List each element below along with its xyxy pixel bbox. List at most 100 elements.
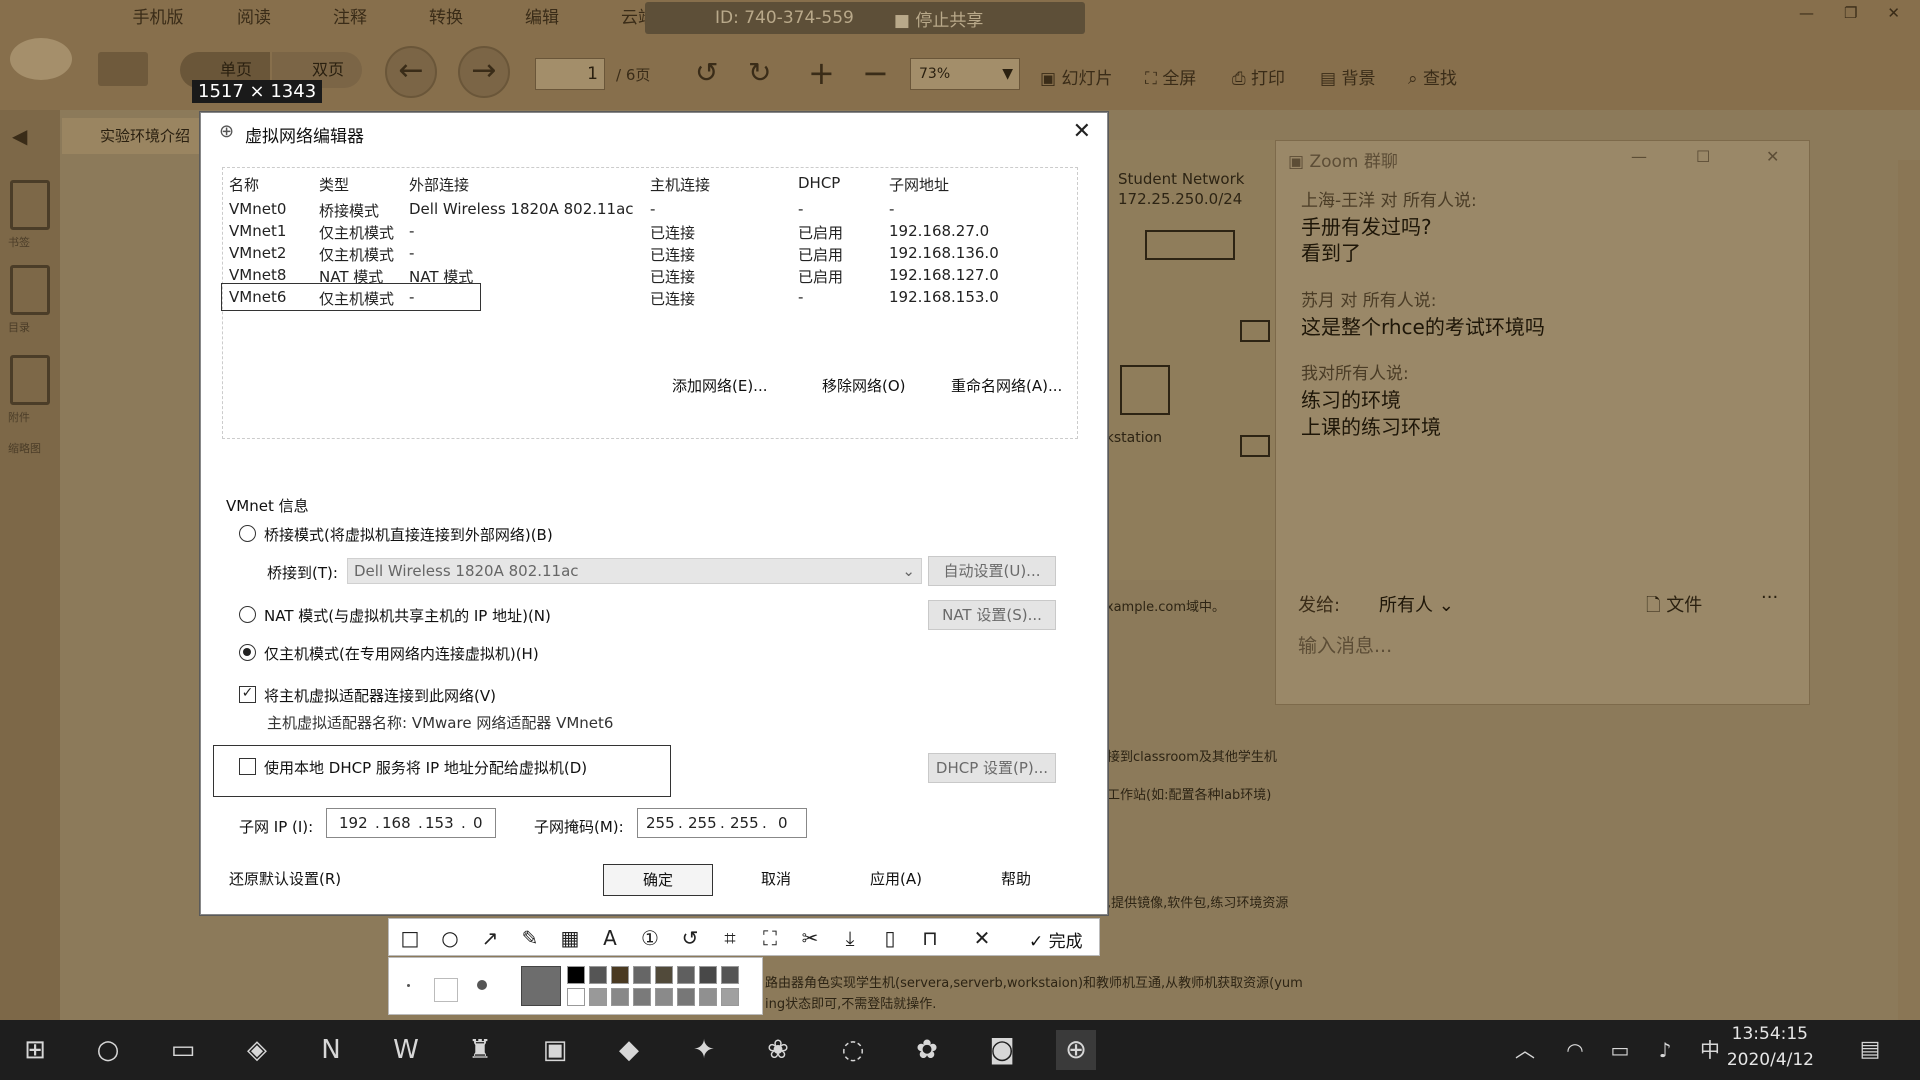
menu-read[interactable]: 阅读 bbox=[206, 4, 302, 32]
color-swatch[interactable] bbox=[677, 988, 695, 1006]
zoom-app-icon[interactable]: ◙ bbox=[982, 1030, 1022, 1070]
word-icon[interactable]: W bbox=[386, 1030, 426, 1070]
table-row[interactable]: VMnet0 桥接模式 Dell Wireless 1820A 802.11ac… bbox=[223, 198, 1077, 220]
forward-arrow-icon[interactable]: → bbox=[458, 46, 510, 98]
subnet-mask-input[interactable]: 255 . 255 . 255 . 0 bbox=[637, 808, 807, 838]
color-swatch[interactable] bbox=[655, 966, 673, 984]
notification-center-icon[interactable]: ▤ bbox=[1850, 1030, 1890, 1070]
host-only-label[interactable]: 仅主机模式(在专用网络内连接虚拟机)(H) bbox=[264, 643, 539, 664]
cancel-button[interactable]: 取消 bbox=[731, 864, 821, 896]
bookmark-icon[interactable] bbox=[10, 180, 50, 230]
volume-icon[interactable]: ♪ bbox=[1645, 1030, 1685, 1070]
bridge-adapter-select[interactable]: Dell Wireless 1820A 802.11ac ⌄ bbox=[347, 558, 922, 584]
cancel-icon[interactable]: ✕ bbox=[969, 925, 995, 951]
zoom-minimize-icon[interactable]: — bbox=[1631, 147, 1647, 166]
taskbar-app-icon[interactable]: ✦ bbox=[684, 1030, 724, 1070]
rectangle-tool-icon[interactable]: □ bbox=[397, 925, 423, 951]
clock-time[interactable]: 13:54:15 bbox=[1732, 1024, 1808, 1044]
menu-edit[interactable]: 编辑 bbox=[494, 4, 590, 32]
dhcp-settings-button[interactable]: DHCP 设置(P)... bbox=[928, 753, 1056, 783]
undo-icon[interactable]: ↺ bbox=[677, 925, 703, 951]
column-header-host[interactable]: 主机连接 bbox=[650, 174, 710, 195]
brush-size-small[interactable] bbox=[407, 984, 410, 987]
taskbar-app-icon[interactable]: ◈ bbox=[237, 1030, 277, 1070]
apply-button[interactable]: 应用(A) bbox=[851, 864, 941, 896]
color-swatch[interactable] bbox=[699, 988, 717, 1006]
column-header-subnet[interactable]: 子网地址 bbox=[889, 174, 949, 195]
column-header-type[interactable]: 类型 bbox=[319, 174, 349, 195]
collapse-sidebar-icon[interactable]: ◀ bbox=[12, 124, 27, 148]
use-dhcp-label[interactable]: 使用本地 DHCP 服务将 IP 地址分配给虚拟机(D) bbox=[264, 757, 587, 778]
taskbar-app-icon[interactable]: ◆ bbox=[609, 1030, 649, 1070]
brush-size-large[interactable] bbox=[477, 980, 487, 990]
fit-tool-icon[interactable]: ⛶ bbox=[757, 925, 783, 951]
bridge-mode-radio[interactable] bbox=[239, 525, 256, 542]
zoom-level-select[interactable]: 73% ▼ bbox=[910, 58, 1020, 90]
battery-icon[interactable]: ▭ bbox=[1600, 1030, 1640, 1070]
menu-annotate[interactable]: 注释 bbox=[302, 4, 398, 32]
color-swatch[interactable] bbox=[721, 966, 739, 984]
slideshow-button[interactable]: ▣ 幻灯片 bbox=[1040, 64, 1112, 89]
document-tab[interactable]: 实验环境介绍 bbox=[62, 118, 202, 154]
taskbar-app-icon[interactable]: ♜ bbox=[460, 1030, 500, 1070]
current-color-swatch[interactable] bbox=[521, 966, 561, 1006]
page-number-input[interactable]: 1 bbox=[535, 58, 605, 90]
download-icon[interactable]: ⤓ bbox=[837, 925, 863, 951]
color-swatch[interactable] bbox=[611, 966, 629, 984]
zoom-out-icon[interactable]: − bbox=[862, 54, 889, 92]
auto-settings-button[interactable]: 自动设置(U)... bbox=[928, 556, 1056, 586]
ok-button[interactable]: 确定 bbox=[603, 864, 713, 896]
search-circle-icon[interactable]: ○ bbox=[88, 1030, 128, 1070]
pencil-tool-icon[interactable]: ✎ bbox=[517, 925, 543, 951]
chat-message-input[interactable]: 输入消息... bbox=[1298, 631, 1392, 658]
crop-tool-icon[interactable]: ⌗ bbox=[717, 925, 743, 951]
minimize-icon[interactable]: — bbox=[1799, 4, 1814, 22]
nat-mode-label[interactable]: NAT 模式(与虚拟机共享主机的 IP 地址)(N) bbox=[264, 605, 551, 626]
taskbar-app-icon[interactable]: ✿ bbox=[907, 1030, 947, 1070]
send-file-button[interactable]: 🗋 文件 bbox=[1646, 591, 1702, 623]
help-button[interactable]: 帮助 bbox=[976, 864, 1056, 896]
file-explorer-icon[interactable]: ▭ bbox=[163, 1030, 203, 1070]
background-button[interactable]: ▤ 背景 bbox=[1320, 64, 1375, 89]
restore-defaults-button[interactable]: 还原默认设置(R) bbox=[229, 864, 359, 896]
color-swatch-black[interactable] bbox=[567, 966, 585, 984]
zoom-maximize-icon[interactable]: ☐ bbox=[1696, 147, 1710, 166]
text-tool-icon[interactable]: A bbox=[597, 925, 623, 951]
clock-date[interactable]: 2020/4/12 bbox=[1727, 1050, 1814, 1070]
column-header-dhcp[interactable]: DHCP bbox=[798, 174, 840, 192]
nat-mode-radio[interactable] bbox=[239, 606, 256, 623]
mosaic-tool-icon[interactable]: ▦ bbox=[557, 925, 583, 951]
remove-network-button[interactable]: 移除网络(O) bbox=[822, 375, 906, 396]
host-only-radio[interactable] bbox=[239, 644, 256, 661]
connect-adapter-checkbox[interactable]: ✓ bbox=[239, 686, 256, 703]
taskbar-app-icon[interactable]: ◌ bbox=[833, 1030, 873, 1070]
color-swatch[interactable] bbox=[589, 966, 607, 984]
pin-tool-icon[interactable]: ✂ bbox=[797, 925, 823, 951]
toc-icon[interactable] bbox=[10, 265, 50, 315]
subnet-ip-input[interactable]: 192 . 168 . 153 . 0 bbox=[326, 808, 496, 838]
rotate-left-icon[interactable]: ↺ bbox=[695, 56, 718, 89]
close-icon[interactable]: ✕ bbox=[1073, 119, 1091, 144]
color-swatch[interactable] bbox=[589, 988, 607, 1006]
taskbar-app-icon[interactable]: ❀ bbox=[758, 1030, 798, 1070]
color-swatch[interactable] bbox=[633, 966, 651, 984]
color-swatch[interactable] bbox=[699, 966, 717, 984]
column-header-name[interactable]: 名称 bbox=[229, 174, 259, 195]
ime-indicator[interactable]: 中 bbox=[1690, 1030, 1730, 1070]
connect-adapter-label[interactable]: 将主机虚拟适配器连接到此网络(V) bbox=[264, 685, 496, 706]
onenote-icon[interactable]: N bbox=[311, 1030, 351, 1070]
more-options-icon[interactable]: ··· bbox=[1761, 587, 1778, 608]
start-windows-icon[interactable]: ⊞ bbox=[15, 1030, 55, 1070]
menu-convert[interactable]: 转换 bbox=[398, 4, 494, 32]
document-scrollbar[interactable] bbox=[1898, 160, 1920, 1020]
maximize-icon[interactable]: ❐ bbox=[1844, 4, 1857, 22]
back-arrow-icon[interactable]: ← bbox=[385, 46, 437, 98]
number-tool-icon[interactable]: ① bbox=[637, 925, 663, 951]
close-icon[interactable]: ✕ bbox=[1887, 4, 1900, 22]
recipient-select[interactable]: 所有人 ⌄ bbox=[1379, 591, 1454, 617]
table-row[interactable]: VMnet1 仅主机模式 - 已连接 已启用 192.168.27.0 bbox=[223, 220, 1077, 242]
color-swatch[interactable] bbox=[655, 988, 673, 1006]
color-swatch[interactable] bbox=[633, 988, 651, 1006]
bridge-mode-label[interactable]: 桥接模式(将虚拟机直接连接到外部网络)(B) bbox=[264, 524, 553, 545]
show-hidden-icons[interactable]: ︿ bbox=[1505, 1030, 1545, 1070]
